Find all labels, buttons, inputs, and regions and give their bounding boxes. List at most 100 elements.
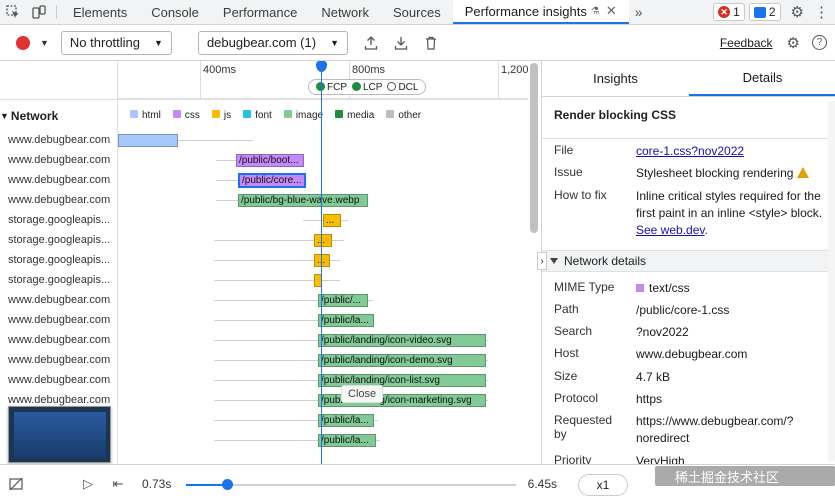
row-host: www.debugbear.com — [8, 194, 111, 206]
dcl-label: DCL — [398, 81, 419, 93]
lcp-marker[interactable]: LCP — [352, 81, 383, 93]
tab-performance-insights[interactable]: Performance insights ⚗ ✕ — [452, 0, 629, 24]
legend-item-other: other — [386, 110, 421, 121]
ruler-tick-label: 1,200 — [501, 64, 529, 76]
experiment-flask-icon: ⚗ — [590, 5, 600, 17]
playback-rate-button[interactable]: x1 — [578, 474, 628, 496]
inspect-element-icon[interactable] — [0, 0, 26, 24]
record-options-chevron-down-icon[interactable]: ▼ — [40, 38, 49, 48]
more-tabs-icon[interactable]: » — [629, 0, 649, 24]
network-details-section[interactable]: Network details — [542, 250, 835, 272]
delete-trash-icon[interactable] — [422, 36, 440, 50]
import-download-icon[interactable] — [392, 36, 410, 50]
messages-badge[interactable]: 2 — [748, 3, 781, 21]
size-value: 4.7 kB — [636, 370, 671, 384]
row-host: storage.googleapis... — [8, 274, 111, 286]
network-request-bar[interactable]: /public/la... — [318, 314, 374, 327]
feedback-link[interactable]: Feedback — [720, 36, 773, 50]
host-value: www.debugbear.com — [636, 347, 748, 361]
tabbar-right-tools: ✕ 1 2 ⚙ ⋮ — [713, 0, 835, 24]
performance-insights-toolbar: ▼ No throttling ▼ debugbear.com (1) ▼ Fe… — [0, 25, 835, 61]
export-upload-icon[interactable] — [362, 35, 380, 50]
message-icon — [753, 6, 766, 18]
search-value: ?nov2022 — [636, 325, 689, 339]
row-host: www.debugbear.com — [8, 374, 111, 386]
network-track-header[interactable]: ▼ Network — [0, 99, 118, 131]
close-tab-icon[interactable]: ✕ — [606, 3, 617, 19]
network-request-bar[interactable]: /public/la... — [318, 434, 376, 447]
settings-gear-icon[interactable]: ⚙ — [791, 3, 804, 21]
playback-knob[interactable] — [222, 479, 233, 490]
legend-item-font: font — [243, 110, 272, 121]
legend-swatch — [130, 110, 138, 118]
network-request-bar[interactable]: /public/bg-blue-wave.webp — [238, 194, 368, 207]
tab-insights[interactable]: Insights — [542, 61, 689, 96]
file-label: File — [554, 143, 574, 157]
throttling-select[interactable]: No throttling ▼ — [60, 30, 172, 55]
tab-performance-insights-label: Performance insights — [464, 3, 587, 19]
network-request-bar[interactable]: /public/landing/icon-video.svg — [318, 334, 486, 347]
expand-sidebar-chevron-icon[interactable]: › — [537, 252, 547, 270]
chevron-down-icon: ▼ — [154, 37, 163, 48]
ruler-tick — [200, 61, 201, 99]
details-scrollbar[interactable] — [828, 101, 835, 461]
legend-swatch — [211, 110, 220, 118]
row-host: www.debugbear.com — [8, 174, 111, 186]
mime-type-text: text/css — [649, 281, 690, 295]
screenshots-toggle-icon[interactable] — [6, 477, 26, 491]
recording-select[interactable]: debugbear.com (1) ▼ — [197, 30, 348, 55]
details-sidebar: Insights Details Render blocking CSS Fil… — [541, 61, 835, 464]
network-request-bar[interactable]: /public/core... — [238, 173, 306, 188]
watermark: 稀土掘金技术社区 — [655, 466, 835, 486]
play-icon[interactable]: ▷ — [78, 476, 98, 492]
playhead-line — [321, 61, 322, 464]
settings-gear-icon[interactable]: ⚙ — [787, 34, 800, 52]
tab-elements[interactable]: Elements — [61, 0, 139, 24]
lcp-label: LCP — [363, 81, 383, 93]
path-value: /public/core-1.css — [636, 303, 730, 317]
requested-by-label: Requested by — [554, 413, 613, 441]
playback-end-time: 6.45s — [527, 476, 557, 491]
timeline-scrollbar[interactable] — [530, 63, 538, 233]
timeline-pane: 400ms 800ms 1,200 FCP LCP DCL ▼ Network … — [0, 61, 540, 464]
network-request-bar[interactable]: /public/... — [318, 294, 368, 307]
errors-badge[interactable]: ✕ 1 — [713, 3, 745, 21]
network-request-bar[interactable] — [118, 134, 178, 147]
close-tooltip: Close — [341, 385, 384, 403]
tab-console[interactable]: Console — [139, 0, 211, 24]
web-dev-link[interactable]: See web.dev — [636, 223, 705, 237]
skip-to-start-icon[interactable]: ⇤ — [108, 476, 128, 492]
file-link[interactable]: core-1.css?nov2022 — [636, 143, 826, 160]
ruler-tick-label: 400ms — [203, 64, 237, 76]
throttling-value: No throttling — [69, 35, 141, 50]
network-request-bar[interactable]: /public/landing/icon-demo.svg — [318, 354, 486, 367]
legend-item-html: html — [130, 110, 161, 121]
network-request-bar[interactable]: ... — [314, 254, 330, 267]
row-host: www.debugbear.com — [8, 354, 111, 366]
tab-details[interactable]: Details — [689, 61, 835, 96]
fix-label: How to fix — [554, 188, 607, 202]
ruler-tick-label: 800ms — [352, 64, 386, 76]
network-request-bar[interactable]: ... — [323, 214, 341, 227]
device-toolbar-icon[interactable] — [26, 0, 52, 24]
help-icon[interactable]: ? — [812, 35, 827, 50]
playback-start-time: 0.73s — [142, 476, 172, 491]
chevron-down-icon — [550, 258, 558, 264]
mime-type-value: text/css — [636, 280, 826, 297]
dcl-marker[interactable]: DCL — [387, 81, 419, 93]
row-host: www.debugbear.com — [8, 394, 111, 406]
legend-swatch — [243, 110, 252, 118]
more-options-icon[interactable]: ⋮ — [814, 3, 829, 21]
record-button[interactable] — [16, 35, 30, 50]
tab-network[interactable]: Network — [309, 0, 381, 24]
tab-performance[interactable]: Performance — [211, 0, 309, 24]
chevron-down-icon: ▼ — [330, 37, 339, 48]
tab-sources[interactable]: Sources — [381, 0, 453, 24]
network-request-bar[interactable]: /public/la... — [318, 414, 374, 427]
network-request-bar[interactable]: /public/boot... — [236, 154, 304, 167]
playback-track[interactable] — [186, 484, 516, 486]
network-request-bar[interactable]: ... — [314, 234, 332, 247]
row-host: storage.googleapis... — [8, 214, 111, 226]
issue-label: Issue — [554, 165, 583, 179]
screenshot-thumbnail[interactable] — [8, 406, 111, 463]
